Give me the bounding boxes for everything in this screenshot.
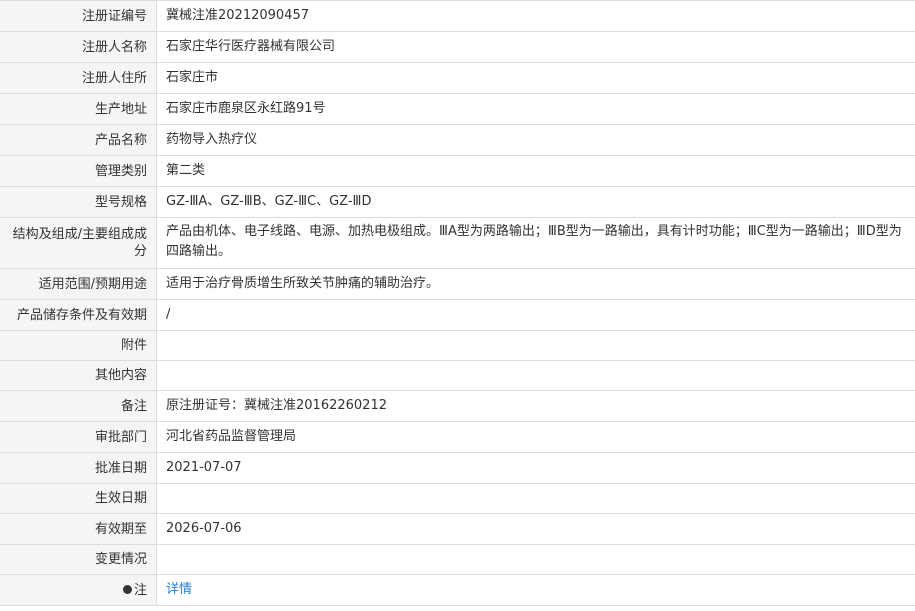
row-label: 产品名称 [0, 125, 157, 155]
note-label: 注 [133, 582, 147, 598]
row-label: 注 [0, 575, 157, 605]
row-value: 产品由机体、电子线路、电源、加热电极组成。ⅢA型为两路输出；ⅢB型为一路输出，具… [166, 224, 902, 259]
row-label: 适用范围/预期用途 [0, 269, 157, 299]
row-value: 2026-07-06 [166, 521, 242, 536]
row-effective-date: 生效日期 [0, 484, 915, 514]
row-model-spec: 型号规格 GZ-ⅢA、GZ-ⅢB、GZ-ⅢC、GZ-ⅢD [0, 187, 915, 218]
row-value: / [166, 307, 171, 322]
row-attachment: 附件 [0, 331, 915, 361]
row-value [157, 484, 915, 513]
row-management-category: 管理类别 第二类 [0, 156, 915, 187]
row-label: 管理类别 [0, 156, 157, 186]
row-value [157, 545, 915, 574]
row-label: 型号规格 [0, 187, 157, 217]
row-value: 药物导入热疗仪 [166, 132, 258, 147]
row-note: 注 详情 [0, 575, 915, 606]
row-registrant-address: 注册人住所 石家庄市 [0, 63, 915, 94]
row-intended-use: 适用范围/预期用途 适用于治疗骨质增生所致关节肿痛的辅助治疗。 [0, 269, 915, 300]
row-production-address: 生产地址 石家庄市鹿泉区永红路91号 [0, 94, 915, 125]
row-approval-department: 审批部门 河北省药品监督管理局 [0, 422, 915, 453]
row-label: 变更情况 [0, 545, 157, 574]
pin-icon [122, 584, 132, 594]
row-value: 原注册证号：冀械注准20162260212 [166, 398, 387, 413]
row-value: GZ-ⅢA、GZ-ⅢB、GZ-ⅢC、GZ-ⅢD [166, 194, 372, 209]
row-value: 2021-07-07 [166, 460, 242, 475]
row-label: 注册人住所 [0, 63, 157, 93]
row-label: 其他内容 [0, 361, 157, 390]
row-value [157, 361, 915, 390]
row-registrant-name: 注册人名称 石家庄华行医疗器械有限公司 [0, 32, 915, 63]
row-other-content: 其他内容 [0, 361, 915, 391]
row-structure-composition: 结构及组成/主要组成成分 产品由机体、电子线路、电源、加热电极组成。ⅢA型为两路… [0, 218, 915, 269]
row-value: 冀械注准20212090457 [166, 8, 309, 23]
registration-detail-table: 注册证编号 冀械注准20212090457 注册人名称 石家庄华行医疗器械有限公… [0, 0, 915, 606]
row-remarks: 备注 原注册证号：冀械注准20162260212 [0, 391, 915, 422]
row-label: 附件 [0, 331, 157, 360]
row-label: 备注 [0, 391, 157, 421]
row-label: 产品储存条件及有效期 [0, 300, 157, 330]
row-storage-validity: 产品储存条件及有效期 / [0, 300, 915, 331]
row-value [157, 331, 915, 360]
row-label: 生效日期 [0, 484, 157, 513]
row-label: 结构及组成/主要组成成分 [0, 218, 157, 268]
row-label: 注册人名称 [0, 32, 157, 62]
row-value: 第二类 [166, 163, 206, 178]
row-value: 石家庄华行医疗器械有限公司 [166, 39, 336, 54]
row-valid-until: 有效期至 2026-07-06 [0, 514, 915, 545]
row-label: 注册证编号 [0, 1, 157, 31]
row-label: 有效期至 [0, 514, 157, 544]
row-label: 批准日期 [0, 453, 157, 483]
row-approval-date: 批准日期 2021-07-07 [0, 453, 915, 484]
row-value: 详情 [157, 575, 915, 605]
row-value: 石家庄市 [166, 70, 219, 85]
row-label: 审批部门 [0, 422, 157, 452]
row-product-name: 产品名称 药物导入热疗仪 [0, 125, 915, 156]
row-value: 石家庄市鹿泉区永红路91号 [166, 101, 326, 116]
row-change-history: 变更情况 [0, 545, 915, 575]
row-label: 生产地址 [0, 94, 157, 124]
details-link[interactable]: 详情 [166, 580, 192, 600]
row-value: 适用于治疗骨质增生所致关节肿痛的辅助治疗。 [166, 276, 440, 291]
row-value: 河北省药品监督管理局 [166, 429, 297, 444]
row-registration-number: 注册证编号 冀械注准20212090457 [0, 1, 915, 32]
